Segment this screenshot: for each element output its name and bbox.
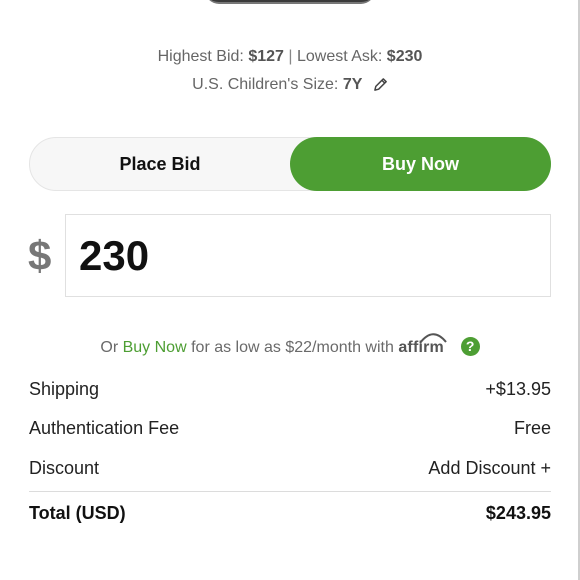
add-discount-button[interactable]: Add Discount +	[428, 458, 551, 479]
size-label: U.S. Children's Size:	[192, 76, 339, 93]
total-label: Total (USD)	[29, 503, 126, 523]
size-summary: U.S. Children's Size: 7Y	[0, 76, 580, 97]
pencil-icon[interactable]	[373, 77, 388, 97]
amount-input[interactable]	[79, 232, 519, 280]
bid-buy-toggle: Place Bid Buy Now	[29, 137, 551, 191]
total-divider	[29, 491, 551, 492]
question-circle-icon[interactable]: ?	[460, 337, 480, 356]
shipping-label: Shipping	[29, 379, 100, 399]
affirm-logo: affirm	[398, 333, 448, 356]
shipping-value: +$13.95	[485, 379, 551, 399]
summary-separator: |	[288, 48, 293, 65]
affirm-middle-text: for as low as $22/month with	[191, 339, 394, 356]
amount-field-container	[65, 214, 551, 297]
lowest-ask-label: Lowest Ask:	[296, 48, 383, 65]
authentication-fee-label: Authentication Fee	[29, 418, 180, 438]
total-value: $243.95	[485, 503, 551, 523]
product-image-edge	[205, 0, 375, 4]
affirm-buy-now-link[interactable]: Buy Now	[123, 339, 187, 356]
affirm-arc-icon	[419, 333, 448, 344]
tab-place-bid[interactable]: Place Bid	[30, 138, 290, 190]
tab-buy-now[interactable]: Buy Now	[290, 137, 551, 191]
currency-symbol: $	[28, 232, 52, 279]
highest-bid-label: Highest Bid:	[157, 48, 244, 65]
lowest-ask-value: $230	[386, 48, 423, 65]
affirm-financing-line: Or Buy Now for as low as $22/month with …	[0, 333, 580, 357]
size-value: 7Y	[342, 76, 363, 93]
affirm-prefix: Or	[100, 339, 119, 356]
authentication-fee-value: Free	[513, 418, 551, 438]
highest-bid-value: $127	[248, 48, 284, 65]
bid-ask-summary: Highest Bid: $127 | Lowest Ask: $230	[0, 48, 580, 66]
discount-label: Discount	[29, 458, 100, 478]
